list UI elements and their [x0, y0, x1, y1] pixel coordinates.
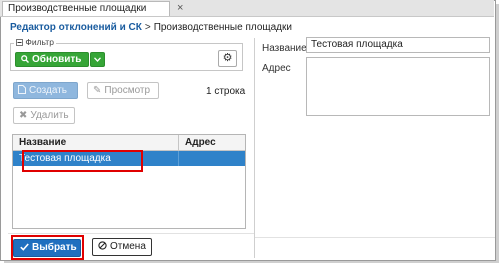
view-button-label: Просмотр	[104, 85, 151, 96]
create-button-label: Создать	[29, 85, 68, 96]
column-header-address[interactable]: Адрес	[179, 135, 245, 150]
new-document-icon	[18, 83, 26, 98]
footer-divider-left	[8, 233, 254, 234]
tab-label: Производственные площадки	[8, 3, 147, 14]
pencil-icon: ✎	[93, 85, 102, 96]
breadcrumb: Редактор отклонений и СК > Производственны…	[10, 22, 292, 33]
chevron-down-icon	[94, 55, 101, 64]
collapse-icon[interactable]	[16, 37, 25, 47]
filter-legend[interactable]: Фильтр	[14, 37, 56, 47]
create-button[interactable]: Создать	[13, 82, 78, 99]
sites-grid: Название Адрес Тестовая площадка	[12, 134, 246, 229]
cancel-icon	[98, 239, 107, 255]
filter-legend-label: Фильтр	[25, 37, 54, 47]
tab-bar: Производственные площадки ×	[0, 0, 494, 17]
close-icon[interactable]: ×	[177, 1, 183, 15]
name-label: Название	[262, 43, 307, 54]
highlight-box-select	[11, 235, 84, 260]
gear-icon: ⚙	[222, 52, 233, 64]
refresh-dropdown-button[interactable]	[90, 52, 105, 67]
refresh-button[interactable]: Обновить	[15, 52, 89, 67]
delete-button-label: Удалить	[30, 110, 69, 121]
refresh-button-label: Обновить	[32, 54, 82, 65]
cancel-button[interactable]: Отмена	[92, 238, 152, 256]
breadcrumb-parent-link[interactable]: Редактор отклонений и СК	[10, 22, 142, 33]
highlight-box-row	[22, 150, 143, 172]
name-field[interactable]: Тестовая площадка	[306, 37, 490, 53]
view-button[interactable]: ✎ Просмотр	[87, 82, 159, 99]
settings-button[interactable]: ⚙	[218, 50, 237, 67]
cell-address[interactable]	[179, 151, 245, 166]
panel-divider[interactable]	[254, 38, 255, 258]
column-header-name[interactable]: Название	[13, 135, 179, 150]
breadcrumb-current: Производственные площадки	[153, 22, 292, 33]
grid-header: Название Адрес	[13, 135, 245, 151]
row-count: 1 строка	[206, 86, 246, 97]
address-field[interactable]	[306, 57, 490, 116]
search-icon	[21, 53, 29, 66]
footer-divider-right	[255, 237, 495, 238]
delete-button[interactable]: ✖ Удалить	[13, 107, 75, 124]
delete-icon: ✖	[19, 110, 28, 121]
tab-production-sites[interactable]: Производственные площадки ×	[2, 1, 183, 16]
cancel-button-label: Отмена	[110, 241, 146, 252]
breadcrumb-separator: >	[144, 22, 151, 33]
address-label: Адрес	[262, 63, 291, 74]
